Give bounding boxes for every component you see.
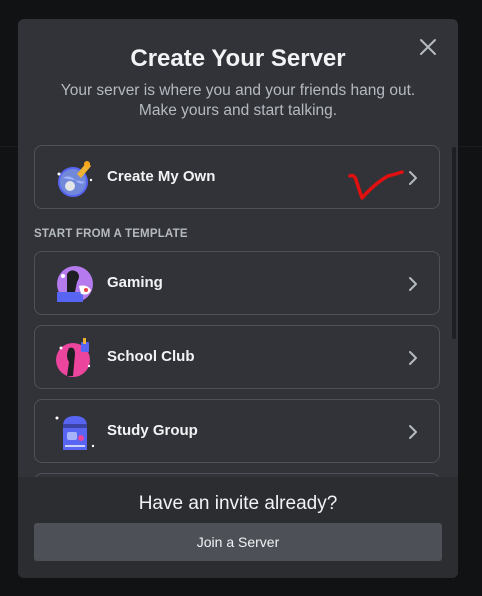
options-list[interactable]: Create My Own START FROM A TEMPLATE Gami…	[18, 145, 458, 477]
chevron-right-icon	[409, 171, 417, 185]
template-section-label: START FROM A TEMPLATE	[34, 228, 188, 240]
modal-title: Create Your Server	[130, 45, 346, 72]
template-option-gaming[interactable]: Gaming	[34, 251, 440, 315]
gaming-icon	[57, 266, 93, 302]
template-label-gaming: Gaming	[107, 274, 163, 291]
school-club-icon	[56, 338, 91, 377]
chevron-right-icon	[409, 425, 417, 439]
study-group-icon	[55, 416, 95, 451]
template-option-school-club[interactable]: School Club	[34, 325, 440, 389]
modal-footer: Have an invite already? Join a Server	[18, 477, 458, 578]
invite-heading: Have an invite already?	[138, 493, 338, 514]
create-my-own-label: Create My Own	[107, 168, 216, 185]
modal-subtitle: Your server is where you and your friend…	[60, 82, 416, 119]
template-label-study-group: Study Group	[107, 422, 198, 439]
globe-rocket-icon	[57, 161, 93, 197]
chevron-right-icon	[409, 277, 417, 291]
join-server-button[interactable]: Join a Server	[34, 523, 442, 561]
red-checkmark-annotation	[348, 170, 404, 200]
template-option-study-group[interactable]: Study Group	[34, 399, 440, 463]
template-label-school-club: School Club	[107, 348, 195, 365]
create-server-modal: Create Your Server Your server is where …	[18, 19, 458, 578]
create-my-own-option[interactable]: Create My Own	[34, 145, 440, 209]
scrollbar[interactable]	[452, 147, 456, 339]
chevron-right-icon	[409, 351, 417, 365]
